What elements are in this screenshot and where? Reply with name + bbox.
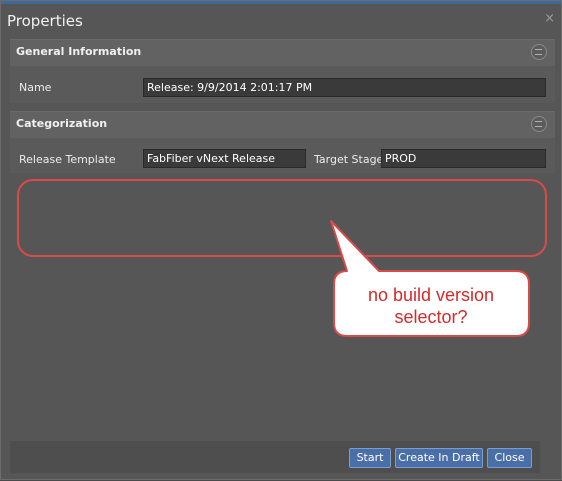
properties-dialog: Properties × General Information Name Re… <box>0 0 562 480</box>
start-button[interactable]: Start <box>349 448 391 468</box>
close-button[interactable]: Close <box>487 448 532 468</box>
create-in-draft-button[interactable]: Create In Draft <box>395 448 483 468</box>
footer-bar: Start Create In Draft Close <box>10 441 540 473</box>
callout-line-1: no build version <box>367 285 495 305</box>
callout-line-2: selector? <box>394 307 468 327</box>
callout-bubble <box>330 220 530 337</box>
callout-text: no build version selector? <box>341 284 521 328</box>
